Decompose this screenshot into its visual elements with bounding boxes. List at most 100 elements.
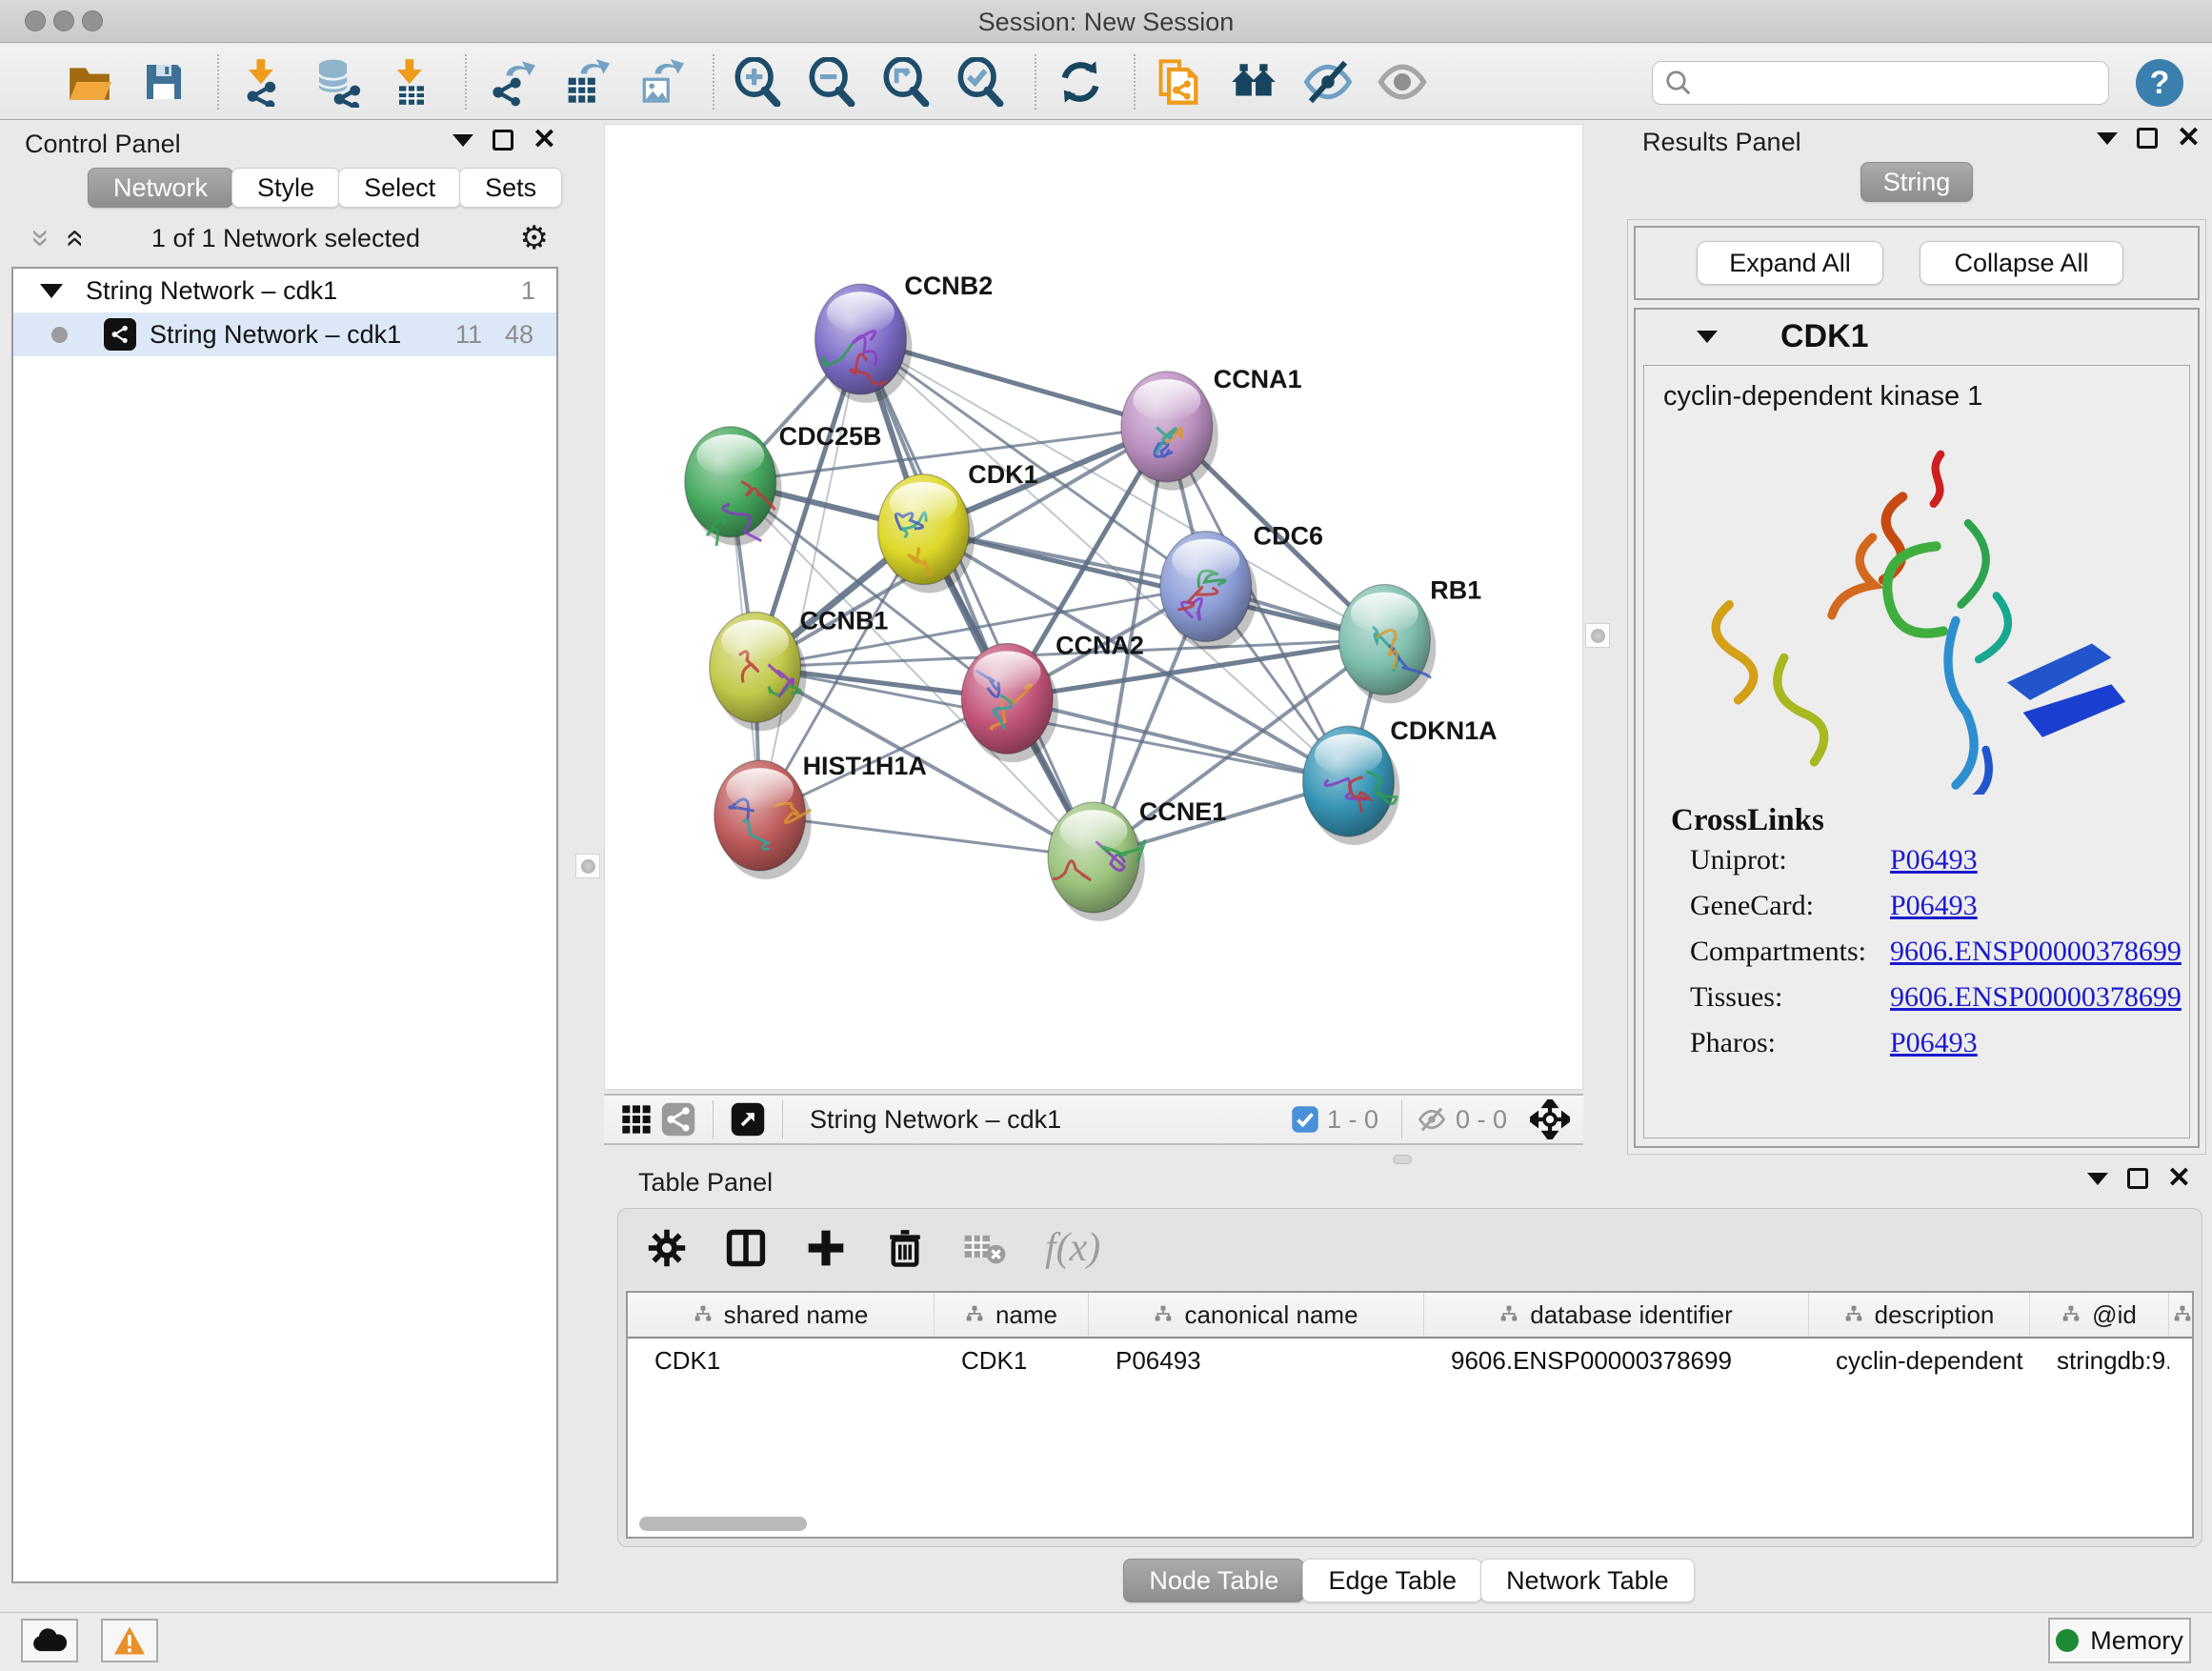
panel-close-icon[interactable]: ✕ bbox=[2167, 1168, 2191, 1189]
column-header-database-identifier[interactable]: database identifier bbox=[1424, 1293, 1809, 1337]
table-cell[interactable]: stringdb:9... bbox=[2030, 1346, 2169, 1376]
panel-close-icon[interactable]: ✕ bbox=[2177, 128, 2201, 149]
warnings-button[interactable] bbox=[101, 1619, 158, 1662]
tab-select[interactable]: Select bbox=[338, 168, 461, 208]
panel-menu-icon[interactable] bbox=[2087, 1173, 2108, 1185]
show-columns-icon[interactable] bbox=[725, 1227, 767, 1269]
duplicate-network-button[interactable] bbox=[1153, 55, 1206, 109]
column-header-namespac[interactable]: namespac bbox=[2169, 1293, 2194, 1337]
network-options-gear-icon[interactable]: ⚙ bbox=[520, 219, 549, 257]
expand-all-button[interactable]: Expand All bbox=[1697, 241, 1883, 285]
table-cell[interactable]: CDK1 bbox=[935, 1346, 1089, 1376]
node-label: CCNA2 bbox=[1056, 631, 1144, 659]
zoom-selected-button[interactable] bbox=[955, 55, 1008, 109]
node-label: CDKN1A bbox=[1390, 716, 1497, 745]
gene-card-header[interactable]: CDK1 bbox=[1636, 310, 2198, 363]
houses-button[interactable] bbox=[1227, 55, 1280, 109]
network-node-CCNA2[interactable]: CCNA2 bbox=[961, 631, 1144, 762]
import-network-file-button[interactable] bbox=[236, 55, 290, 109]
column-header-shared-name[interactable]: shared name bbox=[628, 1293, 935, 1337]
network-row[interactable]: String Network – cdk1 11 48 bbox=[13, 312, 556, 356]
collection-expand-icon[interactable] bbox=[40, 284, 63, 298]
tab-node-table[interactable]: Node Table bbox=[1123, 1559, 1304, 1602]
refresh-button[interactable] bbox=[1054, 55, 1107, 109]
tab-network[interactable]: Network bbox=[88, 168, 233, 208]
collapse-all-button[interactable]: Collapse All bbox=[1920, 241, 2123, 285]
panel-float-icon[interactable] bbox=[2127, 1168, 2148, 1189]
right-splitter-knob[interactable] bbox=[1585, 623, 1610, 648]
network-collection-row[interactable]: String Network – cdk1 1 bbox=[13, 269, 556, 312]
crosslink-link[interactable]: 9606.ENSP00000378699 bbox=[1890, 981, 2182, 1014]
network-node-CCNB2[interactable]: CCNB2 bbox=[815, 272, 994, 403]
network-node-CDC6[interactable]: CDC6 bbox=[1160, 522, 1323, 651]
column-header-description[interactable]: description bbox=[1809, 1293, 2030, 1337]
network-node-CCNE1[interactable]: CCNE1 bbox=[1048, 797, 1226, 921]
pan-crosshair-icon[interactable] bbox=[1530, 1099, 1570, 1139]
delete-column-trash-icon[interactable] bbox=[885, 1227, 925, 1269]
panel-menu-icon[interactable] bbox=[452, 134, 473, 147]
delete-table-icon[interactable] bbox=[963, 1229, 1007, 1267]
network-node-RB1[interactable]: RB1 bbox=[1338, 576, 1481, 704]
table-cell[interactable]: CDK1 bbox=[628, 1346, 935, 1376]
toolbar-search[interactable] bbox=[1652, 61, 2109, 105]
table-cell[interactable]: P06493 bbox=[1089, 1346, 1424, 1376]
network-node-HIST1H1A[interactable]: HIST1H1A bbox=[714, 752, 927, 879]
export-image-button[interactable] bbox=[633, 55, 686, 109]
table-cell[interactable]: stringdb bbox=[2169, 1346, 2194, 1376]
left-splitter-knob[interactable] bbox=[575, 854, 600, 878]
help-button[interactable]: ? bbox=[2136, 59, 2183, 107]
crosslink-link[interactable]: P06493 bbox=[1890, 890, 1978, 922]
open-in-window-button[interactable] bbox=[727, 1093, 769, 1146]
panel-close-icon[interactable]: ✕ bbox=[533, 130, 556, 151]
hide-selected-button[interactable] bbox=[1301, 55, 1355, 109]
birdseye-view-button[interactable] bbox=[615, 1093, 657, 1146]
add-column-plus-icon[interactable] bbox=[805, 1227, 847, 1269]
show-all-button[interactable] bbox=[1376, 55, 1429, 109]
save-session-button[interactable] bbox=[137, 55, 191, 109]
crosslink-link[interactable]: 9606.ENSP00000378699 bbox=[1890, 936, 2182, 968]
import-network-database-button[interactable] bbox=[311, 55, 364, 109]
network-selection-status: 1 of 1 Network selected bbox=[8, 224, 564, 253]
crosslink-link[interactable]: P06493 bbox=[1890, 1027, 1978, 1059]
horizontal-scrollbar-thumb[interactable] bbox=[639, 1517, 807, 1531]
gene-collapse-icon[interactable] bbox=[1697, 331, 1718, 343]
hidden-eye-slash-icon[interactable] bbox=[1416, 1105, 1448, 1134]
table-cell[interactable]: cyclin-dependent ... bbox=[1809, 1346, 2030, 1376]
open-session-button[interactable] bbox=[63, 55, 116, 109]
network-graph[interactable]: CCNB2CCNA1CDC25BCDK1CDC6RB1CCNB1CCNA2CDK… bbox=[605, 125, 1582, 1089]
panel-float-icon[interactable] bbox=[2137, 128, 2158, 149]
network-node-CCNB1[interactable]: CCNB1 bbox=[710, 606, 889, 731]
column-header-canonical-name[interactable]: canonical name bbox=[1089, 1293, 1424, 1337]
export-network-button[interactable] bbox=[484, 55, 537, 109]
panel-float-icon[interactable] bbox=[493, 130, 513, 151]
network-edge[interactable] bbox=[760, 339, 861, 815]
table-row[interactable]: CDK1CDK1P064939606.ENSP00000378699cyclin… bbox=[628, 1339, 2192, 1382]
panel-menu-icon[interactable] bbox=[2097, 132, 2118, 145]
bottom-splitter-knob[interactable] bbox=[1393, 1155, 1412, 1164]
network-node-CDKN1A[interactable]: CDKN1A bbox=[1303, 716, 1498, 845]
cloud-button[interactable] bbox=[21, 1619, 78, 1662]
table-options-gear-icon[interactable] bbox=[647, 1228, 687, 1268]
search-input[interactable] bbox=[1693, 69, 2074, 98]
tab-sets[interactable]: Sets bbox=[459, 168, 562, 208]
network-node-CDK1[interactable]: CDK1 bbox=[877, 460, 1037, 594]
table-cell[interactable]: 9606.ENSP00000378699 bbox=[1424, 1346, 1809, 1376]
column-header-@id[interactable]: @id bbox=[2030, 1293, 2169, 1337]
selected-checkbox-icon[interactable] bbox=[1291, 1105, 1319, 1134]
tab-edge-table[interactable]: Edge Table bbox=[1302, 1559, 1482, 1602]
function-builder-icon[interactable]: f(x) bbox=[1045, 1225, 1100, 1271]
import-table-file-button[interactable] bbox=[385, 55, 438, 109]
network-canvas[interactable]: CCNB2CCNA1CDC25BCDK1CDC6RB1CCNB1CCNA2CDK… bbox=[604, 124, 1583, 1090]
memory-button[interactable]: Memory bbox=[2048, 1618, 2191, 1663]
zoom-fit-button[interactable] bbox=[880, 55, 934, 109]
tab-style[interactable]: Style bbox=[231, 168, 340, 208]
network-node-CDC25B[interactable]: CDC25B bbox=[685, 422, 882, 546]
tab-string[interactable]: String bbox=[1860, 162, 1973, 202]
network-overview-button[interactable] bbox=[657, 1093, 699, 1146]
column-header-name[interactable]: name bbox=[935, 1293, 1089, 1337]
export-table-button[interactable] bbox=[558, 55, 612, 109]
zoom-in-button[interactable] bbox=[732, 55, 785, 109]
crosslink-link[interactable]: P06493 bbox=[1890, 844, 1978, 876]
zoom-out-button[interactable] bbox=[806, 55, 859, 109]
tab-network-table[interactable]: Network Table bbox=[1480, 1559, 1695, 1602]
